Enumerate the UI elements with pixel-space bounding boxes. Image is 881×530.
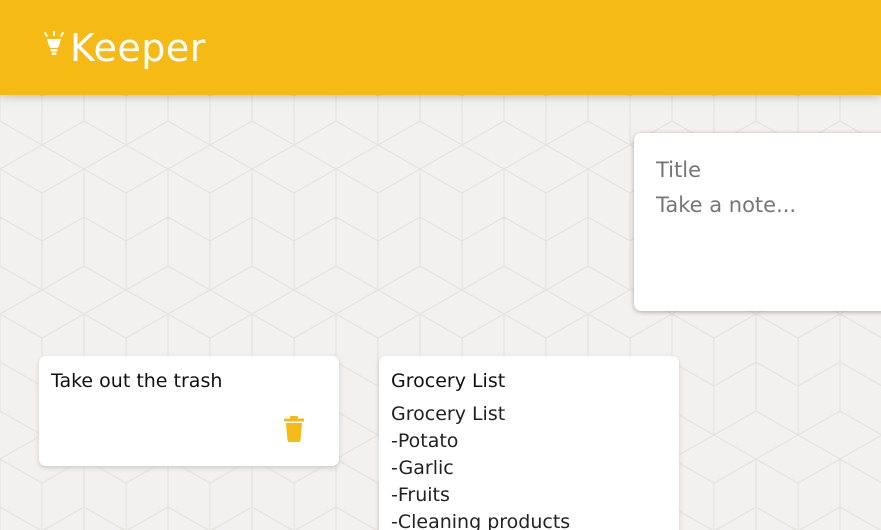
lightbulb-icon [43, 30, 65, 55]
app-header: Keeper [0, 0, 881, 95]
note-content-input[interactable] [656, 193, 872, 273]
note-card: Take out the trash [39, 356, 339, 466]
note-content: Grocery List -Potato -Garlic -Fruits -Cl… [391, 402, 571, 530]
brand: Keeper [42, 26, 206, 70]
note-title-input[interactable] [656, 153, 872, 187]
note-card: Grocery List Grocery List -Potato -Garli… [379, 356, 679, 530]
app-title: Keeper [70, 25, 206, 70]
note-title: Take out the trash [51, 370, 223, 392]
note-title: Grocery List [391, 370, 506, 392]
create-note-form [634, 133, 881, 311]
delete-note-button[interactable] [283, 416, 305, 442]
trash-icon [284, 416, 304, 442]
